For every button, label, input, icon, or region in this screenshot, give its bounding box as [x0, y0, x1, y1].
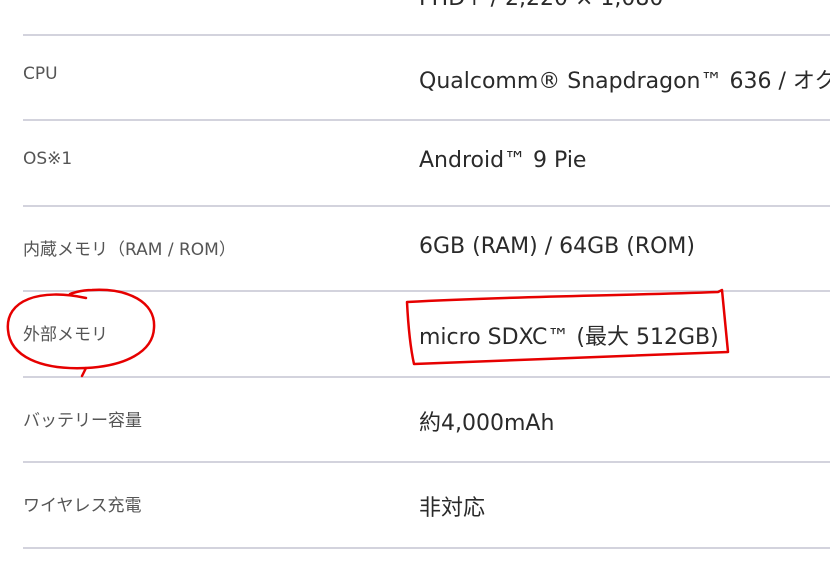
row-divider [23, 119, 830, 121]
row-value-os: Android™ 9 Pie [419, 148, 587, 173]
row-divider [23, 34, 830, 36]
row-label-wireless-charging: ワイヤレス充電 [23, 496, 142, 516]
row-divider [23, 376, 830, 378]
row-value-wireless-charging: 非対応 [419, 496, 486, 521]
row-divider [23, 547, 830, 549]
row-value-external-memory: micro SDXC™ (最大 512GB) [419, 325, 719, 350]
row-value-internal-memory: 6GB (RAM) / 64GB (ROM) [419, 234, 695, 259]
row-label-cpu: CPU [23, 64, 58, 84]
display-value-partial: FHD+ / 2,220 × 1,080 [419, 0, 663, 11]
row-divider [23, 290, 830, 292]
row-value-battery: 約4,000mAh [419, 411, 555, 436]
row-divider [23, 461, 830, 463]
row-divider [23, 205, 830, 207]
spec-table: FHD+ / 2,220 × 1,080 CPU Qualcomm® Snapd… [0, 0, 830, 566]
row-label-os: OS※1 [23, 149, 73, 169]
row-label-battery: バッテリー容量 [23, 411, 142, 431]
row-label-internal-memory: 内蔵メモリ（RAM / ROM） [23, 240, 236, 260]
row-value-cpu: Qualcomm® Snapdragon™ 636 / オクタ [419, 69, 830, 94]
row-label-external-memory: 外部メモリ [23, 325, 108, 345]
